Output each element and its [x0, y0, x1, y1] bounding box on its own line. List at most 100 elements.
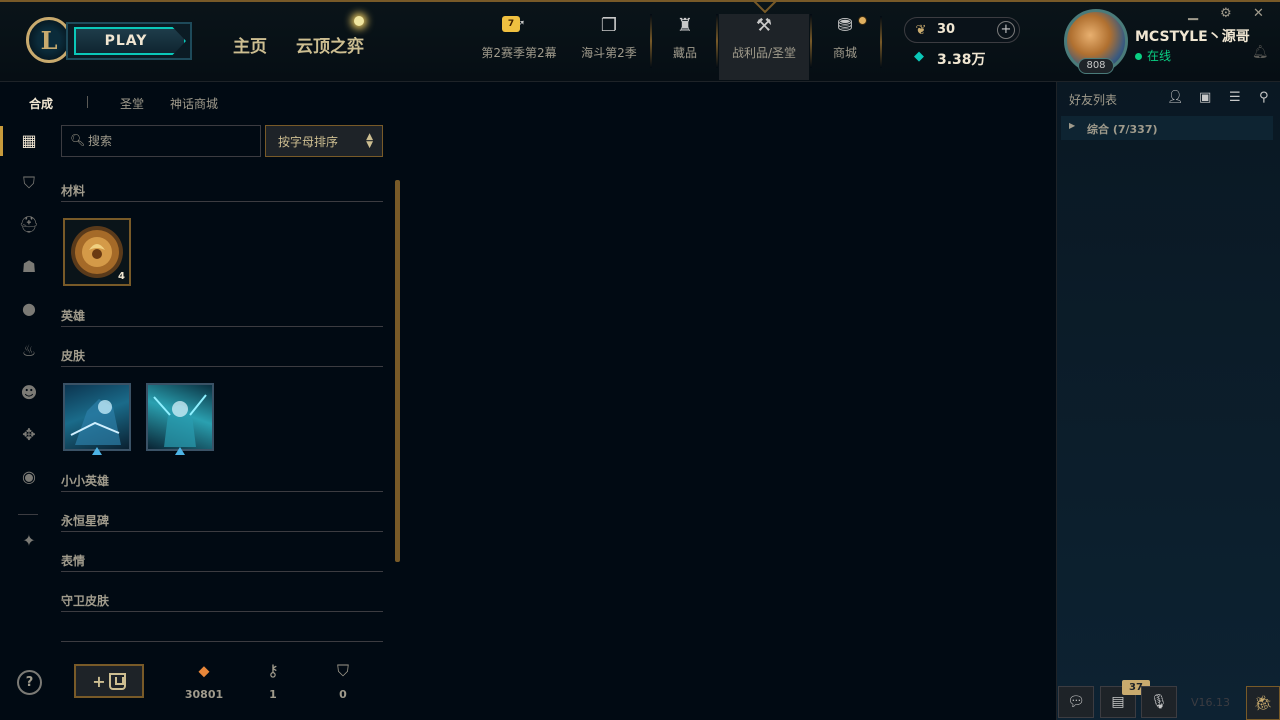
- skin-shard-item[interactable]: [63, 383, 131, 455]
- riot-points-display: ❦ 30 +: [904, 17, 1020, 43]
- footer-divider: [61, 641, 383, 642]
- nav-collection-label: 藏品: [672, 46, 697, 60]
- add-friend-icon[interactable]: 👤︎: [1167, 90, 1184, 105]
- nav-store-label: 商城: [832, 46, 857, 60]
- notifications-icon: ▤: [1111, 694, 1125, 710]
- champion-helmet-icon[interactable]: ⛑: [18, 214, 40, 236]
- chest-counter: ⛉ 0: [321, 660, 365, 701]
- blue-essence-value: 3.38万: [937, 52, 986, 68]
- tab-crafting[interactable]: 合成: [29, 95, 53, 112]
- category-ward-skins[interactable]: 守卫皮肤: [61, 592, 383, 612]
- tab-separator: [87, 96, 88, 108]
- loot-search[interactable]: 🔍︎: [61, 125, 261, 157]
- nav-season-pass-label: 第2赛季第2幕: [481, 46, 557, 60]
- nav-collection[interactable]: ♜ 藏品: [660, 14, 710, 74]
- all-loot-grid-icon[interactable]: ▦: [18, 130, 40, 152]
- nav-separator: [880, 16, 882, 68]
- chest-filter-icon[interactable]: ⛉: [18, 172, 40, 194]
- bug-report-button[interactable]: 🐞︎: [1246, 686, 1280, 720]
- key-counter: ⚷ 1: [251, 660, 295, 701]
- notification-bell-icon[interactable]: 🔔︎: [1252, 45, 1269, 60]
- online-dot-icon: [1135, 53, 1142, 60]
- skin-splash-icon: [70, 399, 121, 445]
- tab-mythic-shop[interactable]: 神话商城: [170, 95, 218, 112]
- store-notification-dot: [858, 16, 867, 25]
- key-value: 1: [269, 688, 277, 701]
- tab-sanctum[interactable]: 圣堂: [120, 95, 144, 112]
- craft-key-chest-button[interactable]: +: [74, 664, 144, 698]
- bug-icon: 🐞︎: [1253, 694, 1273, 712]
- nav-separator: [650, 14, 652, 68]
- disenchant-icon[interactable]: ✦: [18, 530, 40, 552]
- skin-shard-item[interactable]: [146, 383, 214, 455]
- nav-tft[interactable]: 云顶之弈: [296, 32, 364, 57]
- search-icon[interactable]: ⚲: [1259, 90, 1269, 105]
- close-icon[interactable]: ✕: [1253, 6, 1264, 21]
- friends-group-label: 综合 (7/337): [1087, 123, 1158, 136]
- category-champions[interactable]: 英雄: [61, 307, 383, 327]
- buy-rp-button[interactable]: +: [997, 21, 1015, 39]
- nav-loot[interactable]: ⚒ 战利品/圣堂: [719, 14, 809, 80]
- emote-smiley-icon[interactable]: ☻: [18, 382, 40, 404]
- active-tab-chevron-icon: [752, 0, 778, 14]
- nav-cards[interactable]: ❐ 海斗第2季: [574, 14, 644, 74]
- store-coins-icon: ⛃: [837, 15, 853, 36]
- season-pass-badge: 7: [502, 16, 520, 32]
- friends-panel: 好友列表 👤︎ ▣ ☰ ⚲ ▶ 综合 (7/337): [1056, 82, 1280, 720]
- nav-separator: [810, 14, 812, 68]
- sort-dropdown[interactable]: 按字母排序 ▲ ▼: [265, 125, 383, 157]
- rail-active-indicator: [0, 126, 3, 156]
- search-input[interactable]: [88, 131, 254, 151]
- chest-icon: [108, 672, 126, 690]
- category-skins[interactable]: 皮肤: [61, 347, 383, 367]
- nav-cards-label: 海斗第2季: [581, 46, 637, 60]
- list-view-icon[interactable]: ☰: [1229, 90, 1241, 105]
- material-loot-item[interactable]: 4: [63, 218, 131, 286]
- chat-button[interactable]: 💬︎: [1058, 686, 1094, 718]
- online-status-label: 在线: [1147, 49, 1172, 63]
- eternals-flame-icon[interactable]: ♨: [18, 340, 40, 362]
- search-icon: 🔍︎: [70, 133, 86, 147]
- little-legend-egg-icon[interactable]: ●: [18, 298, 40, 320]
- loot-scrollbar[interactable]: [395, 180, 400, 562]
- settings-gear-icon[interactable]: ⚙: [1220, 6, 1232, 21]
- online-status[interactable]: 在线: [1135, 47, 1171, 64]
- sort-caret-icon: ▲ ▼: [366, 132, 373, 150]
- ward-skin-icon[interactable]: ✥: [18, 424, 40, 446]
- nav-home[interactable]: 主页: [233, 32, 267, 57]
- skin-splash-icon: [153, 394, 207, 447]
- rail-divider: [18, 514, 38, 515]
- key-icon: ⚷: [267, 661, 279, 680]
- skin-mask-icon[interactable]: ☗: [18, 256, 40, 278]
- cards-icon: ❐: [600, 15, 618, 36]
- craft-button-label: +: [92, 671, 106, 691]
- play-button-frame[interactable]: PLAY: [66, 22, 192, 60]
- riot-points-icon: ❦: [915, 23, 927, 38]
- category-eternals[interactable]: 永恒星碑: [61, 512, 383, 532]
- minimize-icon[interactable]: ▁: [1188, 6, 1198, 21]
- sort-dropdown-label: 按字母排序: [278, 135, 339, 149]
- chest-value: 0: [339, 688, 347, 701]
- chat-bubble-icon: 💬︎: [1067, 694, 1085, 710]
- nav-separator: [716, 14, 718, 68]
- add-folder-icon[interactable]: ▣: [1199, 90, 1211, 105]
- category-materials[interactable]: 材料: [61, 182, 383, 202]
- voice-button[interactable]: 🎙︎: [1141, 686, 1177, 718]
- category-little-legends[interactable]: 小小英雄: [61, 472, 383, 492]
- tft-glow-indicator: [354, 16, 364, 26]
- blue-essence-icon: ◆: [914, 49, 924, 64]
- category-emotes[interactable]: 表情: [61, 552, 383, 572]
- help-icon[interactable]: ?: [17, 670, 42, 695]
- play-button[interactable]: PLAY: [74, 27, 186, 55]
- nav-loot-label: 战利品/圣堂: [731, 46, 797, 60]
- client-version: V16.13: [1191, 696, 1231, 709]
- orange-essence-counter: ⬥ 30801: [182, 660, 226, 701]
- friends-group-general[interactable]: ▶ 综合 (7/337): [1061, 116, 1273, 140]
- friends-title: 好友列表: [1069, 93, 1118, 107]
- chest-icon: ⛉: [336, 661, 349, 680]
- summoner-name[interactable]: MCSTYLE丶源哥: [1135, 26, 1250, 46]
- summoner-icon-filter-icon[interactable]: ◉: [18, 466, 40, 488]
- collection-bag-icon: ♜: [676, 15, 694, 36]
- summoner-level: 808: [1078, 58, 1114, 74]
- loot-pick-icon: ⚒: [755, 15, 773, 36]
